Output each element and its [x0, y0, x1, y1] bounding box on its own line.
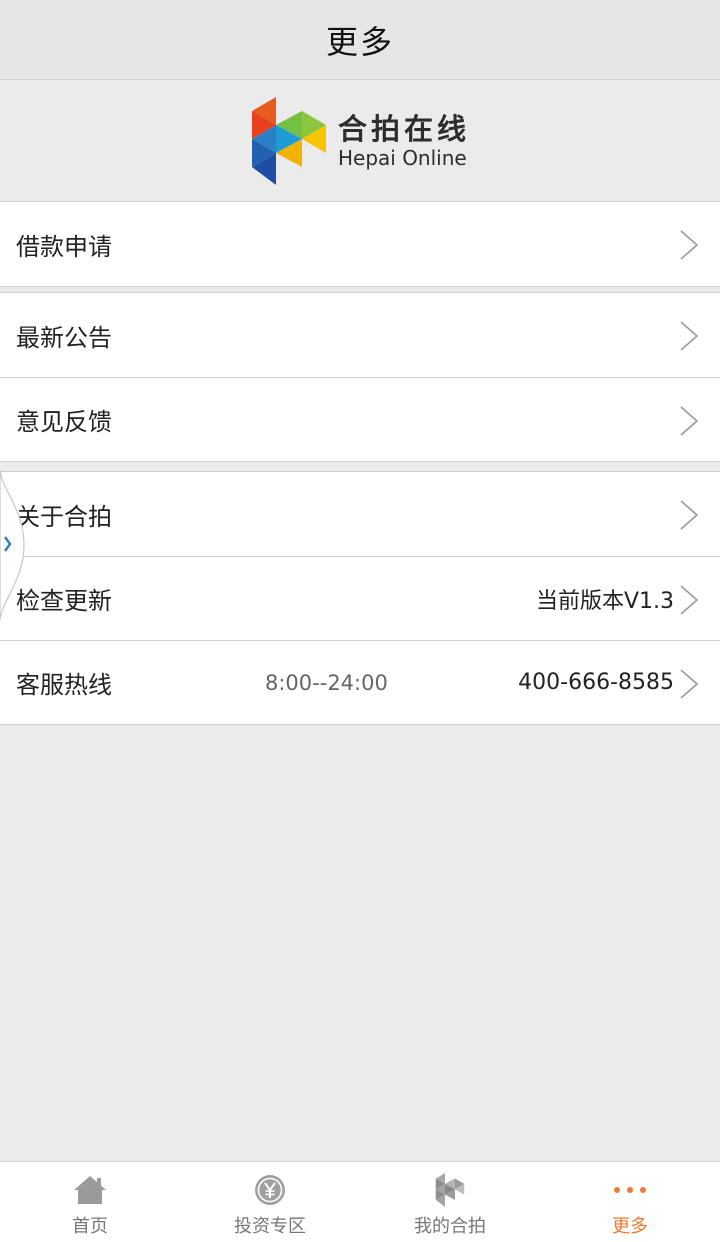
home-icon [72, 1172, 108, 1208]
page-title: 更多 [325, 22, 394, 61]
menu-item-feedback[interactable]: 意见反馈 [0, 377, 720, 461]
menu-item-label: 关于合拍 [16, 502, 112, 531]
tab-mine-label: 我的合拍 [414, 1216, 486, 1237]
menu-item-check-update[interactable]: 检查更新 当前版本V1.3 [0, 556, 720, 640]
menu-item-hotline[interactable]: 客服热线 8:00--24:00 400-666-8585 [0, 640, 720, 724]
brand-banner: 合拍在线 Hepai Online [0, 81, 720, 201]
tab-home[interactable]: 首页 [0, 1162, 180, 1242]
yen-coin-icon [252, 1172, 288, 1208]
tab-invest-label: 投资专区 [234, 1216, 306, 1237]
menu-item-loan-apply[interactable]: 借款申请 [0, 202, 720, 286]
menu-item-label: 意见反馈 [16, 408, 112, 436]
version-value: 当前版本V1.3 [535, 588, 674, 614]
tab-mine[interactable]: 我的合拍 [360, 1162, 540, 1242]
tab-home-label: 首页 [72, 1216, 108, 1237]
menu-item-about[interactable]: 关于合拍 [0, 472, 720, 556]
menu-item-label: 最新公告 [16, 323, 112, 352]
menu-group-2: 最新公告 意见反馈 [0, 292, 720, 462]
tab-bar: 首页 投资专区 我的合拍 更多 [0, 1161, 720, 1242]
tab-more[interactable]: 更多 [540, 1162, 720, 1242]
menu-group-3: 关于合拍 检查更新 当前版本V1.3 客服热线 8:00--24:00 400-… [0, 471, 720, 725]
tab-more-label: 更多 [612, 1216, 648, 1237]
side-drawer-handle[interactable] [0, 470, 30, 620]
menu-item-label: 借款申请 [16, 232, 112, 261]
hepai-logo-icon [251, 97, 326, 185]
menu-item-label: 客服热线 [16, 671, 112, 699]
hotline-hours: 8:00--24:00 [265, 670, 388, 695]
chevron-right-icon [680, 669, 699, 699]
hotline-number: 400-666-8585 [518, 670, 674, 695]
chevron-right-icon [680, 585, 699, 615]
brand-name-en: Hepai Online [337, 146, 467, 170]
brand-text: 合拍在线 Hepai Online [338, 112, 470, 170]
hepai-logo-icon [432, 1172, 468, 1208]
chevron-right-icon [680, 321, 699, 351]
more-dots-icon [612, 1172, 648, 1208]
brand-name-cn: 合拍在线 [337, 112, 470, 146]
brand-logo: 合拍在线 Hepai Online [250, 97, 470, 185]
menu-item-notice[interactable]: 最新公告 [0, 293, 720, 377]
menu-item-label: 检查更新 [16, 587, 112, 615]
chevron-right-icon [680, 406, 699, 436]
menu-group-1: 借款申请 [0, 201, 720, 287]
chevron-right-icon [680, 230, 699, 260]
tab-invest[interactable]: 投资专区 [180, 1162, 360, 1242]
chevron-right-icon [680, 500, 699, 530]
nav-header: 更多 [0, 0, 720, 80]
